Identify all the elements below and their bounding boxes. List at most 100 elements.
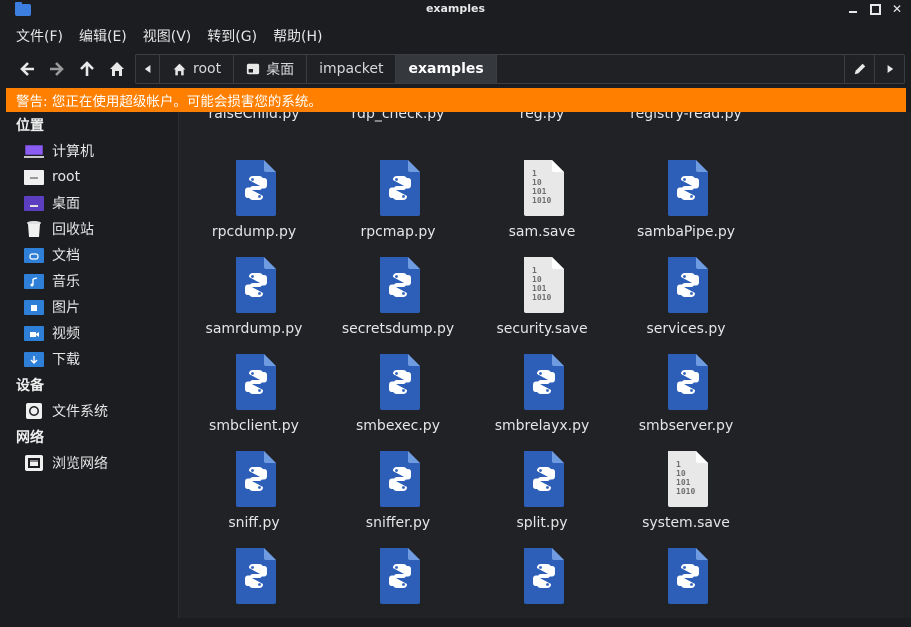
file-item-python[interactable]: rpcdump.py (182, 160, 326, 256)
breadcrumb-root[interactable]: root (160, 55, 235, 83)
root-warning-bar: 警告: 您正在使用超级帐户。可能会损害您的系统。 (6, 88, 906, 112)
python-file-icon (236, 451, 276, 507)
file-name: smbrelayx.py (494, 418, 590, 434)
breadcrumb-label: root (193, 61, 222, 77)
path-scroll-right-button[interactable] (874, 55, 904, 83)
home-button[interactable] (102, 54, 132, 84)
file-item-python[interactable] (326, 548, 470, 627)
sidebar-item-label: 浏览网络 (52, 456, 108, 472)
file-item-python[interactable] (470, 548, 614, 627)
sidebar-item-computer[interactable]: 计算机 (0, 138, 178, 164)
file-item-binary[interactable]: 1 10 101 1010 security.save (470, 257, 614, 353)
file-item-python[interactable]: rdp_check.py (326, 112, 470, 138)
file-item-binary[interactable]: 1 10 101 1010 sam.save (470, 160, 614, 256)
sidebar-item-label: 桌面 (52, 196, 80, 212)
menu-edit[interactable]: 编辑(E) (71, 22, 135, 50)
file-item-python[interactable]: split.py (470, 451, 614, 547)
binary-file-icon: 1101011010 (524, 257, 564, 313)
breadcrumb-examples[interactable]: examples (396, 55, 497, 83)
python-file-icon (524, 548, 564, 604)
sidebar-item-pictures[interactable]: 图片 (0, 294, 178, 320)
menu-file[interactable]: 文件(F) (8, 22, 71, 50)
file-item-python[interactable]: secretsdump.py (326, 257, 470, 353)
triangle-left-icon (144, 65, 150, 73)
sidebar-item-trash[interactable]: 回收站 (0, 216, 178, 242)
sidebar-item-browse-network[interactable]: 浏览网络 (0, 450, 178, 476)
network-icon (24, 454, 44, 472)
status-strip (178, 618, 911, 627)
sidebar-heading-network: 网络 (16, 430, 44, 446)
file-name: rdp_check.py (351, 112, 445, 122)
sidebar-item-filesystem[interactable]: 文件系统 (0, 398, 178, 424)
file-item-python[interactable]: smbclient.py (182, 354, 326, 450)
svg-text:101: 101 (676, 478, 691, 487)
file-name: sniffer.py (365, 515, 431, 531)
file-item-python[interactable]: sambaPipe.py (614, 160, 758, 256)
breadcrumb-impacket[interactable]: impacket (307, 55, 397, 83)
home-icon (110, 62, 124, 76)
python-file-icon (524, 451, 564, 507)
file-item-python[interactable]: sniff.py (182, 451, 326, 547)
minimize-button[interactable] (845, 1, 861, 17)
window-controls: ✕ (845, 1, 905, 17)
arrow-up-icon (80, 61, 94, 76)
python-file-icon (668, 548, 708, 604)
file-view[interactable]: raiseChild.py rdp_check.py reg.py registry-… (178, 112, 911, 627)
file-item-python[interactable]: smbrelayx.py (470, 354, 614, 450)
svg-text:10: 10 (676, 469, 686, 478)
file-name: sambaPipe.py (636, 224, 736, 240)
svg-text:10: 10 (532, 275, 542, 284)
file-name: reg.py (519, 112, 565, 122)
menu-view[interactable]: 视图(V) (135, 22, 200, 50)
sidebar-item-documents[interactable]: 文档 (0, 242, 178, 268)
python-file-icon (236, 160, 276, 216)
file-item-binary[interactable]: 1 10 101 1010 system.save (614, 451, 758, 547)
file-item-python[interactable]: reg.py (470, 112, 614, 138)
python-file-icon (668, 354, 708, 410)
file-item-python[interactable]: services.py (614, 257, 758, 353)
maximize-button[interactable] (867, 1, 883, 17)
sidebar-item-videos[interactable]: 视频 (0, 320, 178, 346)
sidebar-heading-places: 位置 (16, 118, 44, 134)
file-name: sam.save (508, 224, 576, 240)
breadcrumb-desktop[interactable]: 桌面 (234, 55, 308, 83)
file-item-python[interactable] (182, 548, 326, 627)
up-button[interactable] (72, 54, 102, 84)
file-item-python[interactable]: smbexec.py (326, 354, 470, 450)
desktop-icon (246, 63, 260, 75)
sidebar-item-label: root (52, 169, 81, 185)
pencil-icon (854, 63, 865, 75)
python-file-icon (380, 160, 420, 216)
sidebar-item-label: 音乐 (52, 274, 80, 290)
sidebar-heading-devices: 设备 (16, 378, 44, 394)
sidebar-item-root[interactable]: root (0, 164, 178, 190)
file-name: sniff.py (228, 515, 280, 531)
python-file-icon (236, 257, 276, 313)
file-item-python[interactable] (614, 548, 758, 627)
close-button[interactable]: ✕ (889, 1, 905, 17)
edit-path-button[interactable] (844, 55, 874, 83)
sidebar-item-music[interactable]: 音乐 (0, 268, 178, 294)
desktop-folder-icon (24, 194, 44, 212)
file-name: rpcdump.py (211, 224, 297, 240)
menu-help[interactable]: 帮助(H) (265, 22, 330, 50)
python-file-icon (524, 354, 564, 410)
path-scroll-left-button[interactable] (136, 55, 160, 83)
sidebar-item-downloads[interactable]: 下载 (0, 346, 178, 372)
file-item-python[interactable]: raiseChild.py (182, 112, 326, 138)
forward-button[interactable] (42, 54, 72, 84)
file-item-python[interactable]: rpcmap.py (326, 160, 470, 256)
menu-go[interactable]: 转到(G) (199, 22, 265, 50)
python-file-icon (236, 548, 276, 604)
back-button[interactable] (12, 54, 42, 84)
file-item-python[interactable]: samrdump.py (182, 257, 326, 353)
file-name: services.py (646, 321, 726, 337)
breadcrumb-label: impacket (319, 61, 384, 77)
file-item-python[interactable]: sniffer.py (326, 451, 470, 547)
file-item-python[interactable]: smbserver.py (614, 354, 758, 450)
file-item-python[interactable]: registry-read.py (614, 112, 758, 138)
svg-text:1010: 1010 (532, 293, 551, 302)
arrow-right-icon (50, 62, 64, 76)
file-name: samrdump.py (205, 321, 303, 337)
sidebar-item-desktop[interactable]: 桌面 (0, 190, 178, 216)
